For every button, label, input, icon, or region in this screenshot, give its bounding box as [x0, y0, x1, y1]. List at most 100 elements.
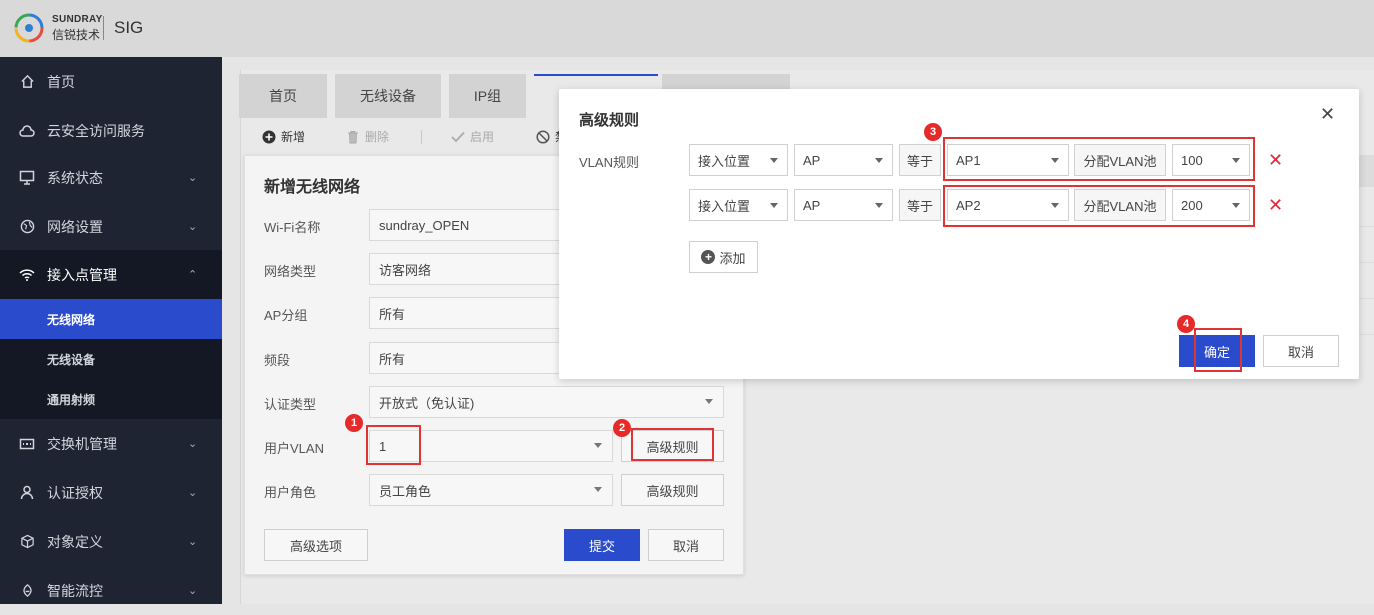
toolbar-divider — [421, 130, 422, 144]
caret-down-icon — [875, 158, 883, 163]
rule1-field-select[interactable]: 接入位置 — [689, 144, 788, 176]
sidebar-item-auth[interactable]: 认证授权 ⌄ — [0, 468, 222, 517]
vlan-rule-label: VLAN规则 — [579, 155, 639, 170]
sidebar-item-switch-management[interactable]: 交换机管理 ⌄ — [0, 419, 222, 468]
role-select[interactable]: 员工角色 — [369, 474, 613, 506]
step-badge-4: 4 — [1177, 315, 1195, 333]
auth-type-label: 认证类型 — [264, 397, 317, 412]
caret-down-icon — [594, 443, 602, 448]
enable-label: 启用 — [470, 130, 495, 144]
add-rule-button[interactable]: + 添加 — [689, 241, 758, 273]
sidebar-item-label: 接入点管理 — [47, 266, 117, 283]
chevron-up-icon: ⌃ — [188, 269, 198, 281]
sidebar: 首页 云安全访问服务 系统状态 ⌄ 网络设置 ⌄ 接入点管理 ⌃ 无线网络 无线… — [0, 57, 222, 604]
table-row-line — [1358, 334, 1374, 335]
sidebar-subitem-wireless-network[interactable]: 无线网络 — [0, 299, 222, 339]
plus-circle-icon — [262, 130, 276, 144]
auth-type-select[interactable]: 开放式（免认证) — [369, 386, 724, 418]
form-cancel-button[interactable]: 取消 — [648, 529, 724, 561]
vlan-label: 用户VLAN — [264, 441, 324, 456]
chevron-down-icon: ⌄ — [188, 172, 198, 184]
top-header: SUNDRAY 信锐技术 SIG — [0, 0, 1374, 57]
sundray-logo-icon — [14, 13, 44, 43]
rule1-type-value: AP — [803, 152, 821, 168]
modal-cancel-button[interactable]: 取消 — [1263, 335, 1339, 367]
chevron-down-icon: ⌄ — [188, 221, 198, 233]
submit-button[interactable]: 提交 — [564, 529, 640, 561]
brand-en: SUNDRAY — [52, 14, 103, 25]
sidebar-item-object-definition[interactable]: 对象定义 ⌄ — [0, 517, 222, 566]
tab-ip-group[interactable]: IP组 — [449, 74, 526, 118]
flow-icon — [18, 582, 36, 600]
band-label: 频段 — [264, 353, 291, 368]
tab-home[interactable]: 首页 — [239, 74, 327, 118]
delete-button[interactable]: 删除 — [346, 128, 389, 145]
highlight-box-4 — [1194, 328, 1242, 372]
rule2-operator: 等于 — [899, 189, 941, 221]
net-type-label: 网络类型 — [264, 264, 317, 279]
rule2-delete-icon[interactable]: ✕ — [1268, 195, 1283, 216]
tab-wireless-device[interactable]: 无线设备 — [335, 74, 441, 118]
monitor-icon — [18, 169, 36, 187]
chevron-down-icon: ⌄ — [188, 438, 198, 450]
rule1-operator: 等于 — [899, 144, 941, 176]
sidebar-item-label: 网络设置 — [47, 218, 103, 235]
sidebar-item-label: 首页 — [47, 73, 75, 90]
sidebar-item-network-settings[interactable]: 网络设置 ⌄ — [0, 202, 222, 251]
highlight-box-3a — [943, 137, 1255, 181]
step-badge-3: 3 — [924, 123, 942, 141]
form-title: 新增无线网络 — [264, 179, 361, 196]
wifi-icon — [18, 266, 36, 284]
sidebar-item-flow-control[interactable]: 智能流控 ⌄ — [0, 566, 222, 615]
sidebar-item-label: 云安全访问服务 — [47, 122, 145, 139]
close-icon[interactable]: ✕ — [1320, 104, 1335, 125]
sidebar-subitem-wireless-device[interactable]: 无线设备 — [0, 339, 222, 379]
header-divider — [103, 16, 104, 40]
add-button[interactable]: 新增 — [262, 128, 305, 145]
rule2-type-value: AP — [803, 197, 821, 213]
sidebar-subitem-rf[interactable]: 通用射频 — [0, 379, 222, 419]
chevron-down-icon: ⌄ — [188, 585, 198, 597]
highlight-box-2 — [631, 428, 714, 461]
rule2-type-select[interactable]: AP — [794, 189, 893, 221]
caret-down-icon — [875, 203, 883, 208]
sidebar-item-home[interactable]: 首页 — [0, 57, 222, 106]
enable-button[interactable]: 启用 — [451, 128, 494, 145]
cloud-icon — [18, 122, 36, 140]
chevron-down-icon: ⌄ — [188, 487, 198, 499]
rule2-field-value: 接入位置 — [698, 198, 751, 214]
table-row-line — [1358, 298, 1374, 299]
sidebar-item-label: 对象定义 — [47, 533, 103, 550]
table-row-line — [1358, 226, 1374, 227]
sidebar-subitem-label: 通用射频 — [47, 392, 96, 407]
sidebar-item-cloud-security[interactable]: 云安全访问服务 — [0, 106, 222, 155]
rule2-field-select[interactable]: 接入位置 — [689, 189, 788, 221]
role-value: 员工角色 — [379, 483, 432, 499]
add-label: 新增 — [281, 130, 306, 144]
switch-icon — [18, 435, 36, 453]
brand-cn: 信锐技术 — [52, 28, 101, 42]
ap-group-select[interactable]: 所有 — [369, 297, 569, 329]
net-type-select[interactable]: 访客网络 — [369, 253, 569, 285]
sidebar-item-system-status[interactable]: 系统状态 ⌄ — [0, 153, 222, 202]
rule1-type-select[interactable]: AP — [794, 144, 893, 176]
sidebar-item-label: 智能流控 — [47, 582, 103, 599]
sidebar-item-ap-management[interactable]: 接入点管理 ⌃ — [0, 250, 222, 299]
rule1-delete-icon[interactable]: ✕ — [1268, 150, 1283, 171]
sidebar-item-label: 交换机管理 — [47, 435, 117, 452]
advanced-options-button[interactable]: 高级选项 — [264, 529, 368, 561]
step-badge-2: 2 — [613, 419, 631, 437]
plus-circle-icon: + — [701, 250, 716, 264]
band-select[interactable]: 所有 — [369, 342, 569, 374]
table-header-strip — [1358, 155, 1374, 187]
home-icon — [18, 73, 36, 91]
trash-icon — [346, 130, 360, 144]
sidebar-item-label: 系统状态 — [47, 169, 103, 186]
role-advanced-rules-button[interactable]: 高级规则 — [621, 474, 724, 506]
delete-label: 删除 — [365, 130, 390, 144]
chevron-down-icon: ⌄ — [188, 536, 198, 548]
ap-group-label: AP分组 — [264, 308, 308, 323]
auth-type-value: 开放式（免认证) — [379, 395, 475, 411]
cube-icon — [18, 533, 36, 551]
wifi-name-input[interactable]: sundray_OPEN — [369, 209, 569, 241]
